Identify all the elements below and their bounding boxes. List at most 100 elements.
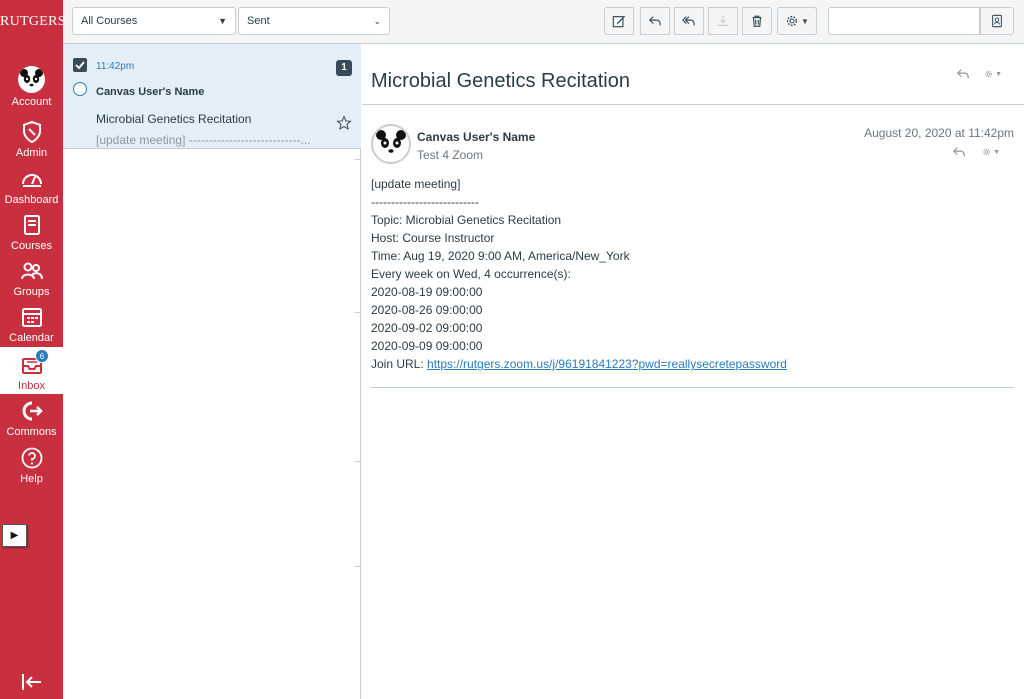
conversation-actions: ▼ — [956, 66, 1002, 82]
message-settings-button[interactable]: ▼ — [982, 144, 1000, 160]
address-book-icon — [992, 14, 1002, 28]
nav-label: Admin — [15, 147, 48, 159]
nav-admin[interactable]: Admin — [0, 120, 63, 159]
nav-groups[interactable]: Groups — [0, 259, 63, 298]
address-book-button[interactable] — [980, 7, 1014, 35]
message-view: Microbial Genetics Recitation ▼ Canvas U… — [362, 44, 1024, 699]
course-filter-select[interactable]: All Courses ▼ — [72, 7, 236, 35]
message-date: August 20, 2020 at 11:42pm — [864, 126, 1014, 140]
nav-dashboard[interactable]: Dashboard — [0, 167, 63, 206]
courses-icon — [23, 215, 40, 235]
nav-label: Calendar — [9, 332, 54, 344]
reply-icon — [956, 69, 969, 79]
check-icon — [75, 61, 85, 70]
join-url-label: Join URL: — [371, 357, 428, 371]
inbox-toolbar: All Courses ▼ Sent ⌄ ▼ — [63, 0, 1024, 44]
shield-icon — [22, 120, 41, 144]
message-divider — [371, 387, 1014, 388]
divider-tick — [355, 461, 361, 462]
nav-account[interactable]: Account — [0, 66, 63, 108]
body-line: Topic: Microbial Genetics Recitation — [371, 213, 562, 227]
trash-icon — [752, 15, 762, 27]
message-recipient: Test 4 Zoom — [417, 148, 484, 162]
conversation-item[interactable]: 11:42pm 1 Canvas User's Name Microbial G… — [63, 44, 361, 149]
global-nav: RUTGERS Account Admin Dashboard Courses … — [0, 0, 66, 699]
dashboard-icon — [21, 174, 42, 187]
body-line: Time: Aug 19, 2020 9:00 AM, America/New_… — [371, 249, 630, 263]
nav-label: Account — [11, 96, 52, 108]
recipient-search-input[interactable] — [828, 7, 980, 35]
body-line: --------------------------- — [371, 195, 479, 209]
gear-icon — [983, 148, 990, 156]
conversation-subject: Microbial Genetics Recitation — [96, 112, 252, 126]
compose-icon — [612, 15, 626, 28]
account-avatar — [18, 66, 45, 93]
caret-down-icon: ▼ — [995, 70, 1002, 78]
reply-all-button[interactable] — [674, 7, 704, 35]
mailbox-select[interactable]: Sent ⌄ — [238, 7, 390, 35]
collapse-nav-icon[interactable] — [20, 672, 44, 692]
message-subject: Microbial Genetics Recitation — [371, 70, 630, 92]
nav-commons[interactable]: Commons — [0, 399, 63, 438]
body-line: 2020-08-19 09:00:00 — [371, 285, 483, 299]
nav-label: Courses — [11, 240, 52, 252]
select-conversation-checkbox[interactable] — [73, 58, 87, 72]
nav-help[interactable]: Help — [0, 446, 63, 485]
sender-avatar[interactable] — [371, 124, 411, 164]
message-actions: ▼ — [952, 144, 1000, 160]
join-url-link[interactable]: https://rutgers.zoom.us/j/96191841223?pw… — [427, 357, 787, 371]
reply-icon — [648, 16, 661, 26]
play-icon[interactable]: ▶ — [2, 524, 27, 547]
calendar-icon — [21, 308, 42, 327]
conversation-sender: Canvas User's Name — [96, 86, 205, 98]
nav-calendar[interactable]: Calendar — [0, 305, 63, 344]
divider-tick — [355, 312, 361, 313]
chevron-down-icon: ⌄ — [373, 16, 381, 26]
nav-label: Dashboard — [4, 194, 59, 206]
course-filter-value: All Courses — [81, 15, 138, 27]
reply-all-icon — [682, 16, 695, 26]
conversation-preview: [update meeting] -----------------------… — [96, 133, 311, 147]
reply-icon — [952, 147, 965, 157]
nav-label: Inbox — [18, 380, 45, 392]
caret-down-icon: ▼ — [218, 16, 227, 26]
reply-button[interactable] — [640, 7, 670, 35]
caret-down-icon: ▼ — [801, 16, 809, 26]
conversation-time: 11:42pm — [96, 61, 135, 72]
groups-icon — [20, 262, 43, 280]
star-icon[interactable] — [336, 115, 352, 131]
conversation-settings-button[interactable]: ▼ — [984, 66, 1002, 82]
nav-courses[interactable]: Courses — [0, 213, 63, 252]
body-line: [update meeting] — [371, 177, 461, 191]
nav-label: Groups — [13, 286, 50, 298]
nav-inbox[interactable]: 6 Inbox — [0, 347, 63, 394]
panda-avatar-icon — [376, 130, 406, 153]
message-sender: Canvas User's Name — [417, 130, 536, 144]
help-icon — [21, 447, 42, 469]
caret-down-icon: ▼ — [993, 148, 1000, 156]
nav-label: Help — [20, 473, 43, 485]
compose-button[interactable] — [604, 7, 634, 35]
delete-button[interactable] — [742, 7, 772, 35]
rutgers-logo[interactable]: RUTGERS — [0, 14, 66, 30]
body-line: Every week on Wed, 4 occurrence(s): — [371, 267, 571, 281]
archive-icon — [717, 15, 729, 26]
gear-icon — [786, 15, 798, 27]
mark-read-toggle[interactable] — [73, 82, 87, 96]
divider-tick — [355, 159, 361, 160]
reply-message-button[interactable] — [952, 144, 970, 160]
reply-conversation-button[interactable] — [956, 66, 974, 82]
gear-icon — [985, 70, 992, 78]
divider-tick — [355, 566, 361, 567]
commons-icon — [22, 401, 43, 421]
settings-menu-button[interactable]: ▼ — [777, 7, 817, 35]
mailbox-value: Sent — [247, 15, 270, 27]
inbox-unread-badge: 6 — [35, 349, 49, 363]
archive-button[interactable] — [708, 7, 738, 35]
join-url-line: Join URL: https://rutgers.zoom.us/j/9619… — [371, 355, 1011, 373]
body-line: Host: Course Instructor — [371, 231, 495, 245]
message-count-badge: 1 — [336, 60, 352, 76]
nav-label: Commons — [6, 426, 57, 438]
body-line: 2020-08-26 09:00:00 — [371, 303, 483, 317]
conversation-list: 11:42pm 1 Canvas User's Name Microbial G… — [63, 44, 361, 699]
